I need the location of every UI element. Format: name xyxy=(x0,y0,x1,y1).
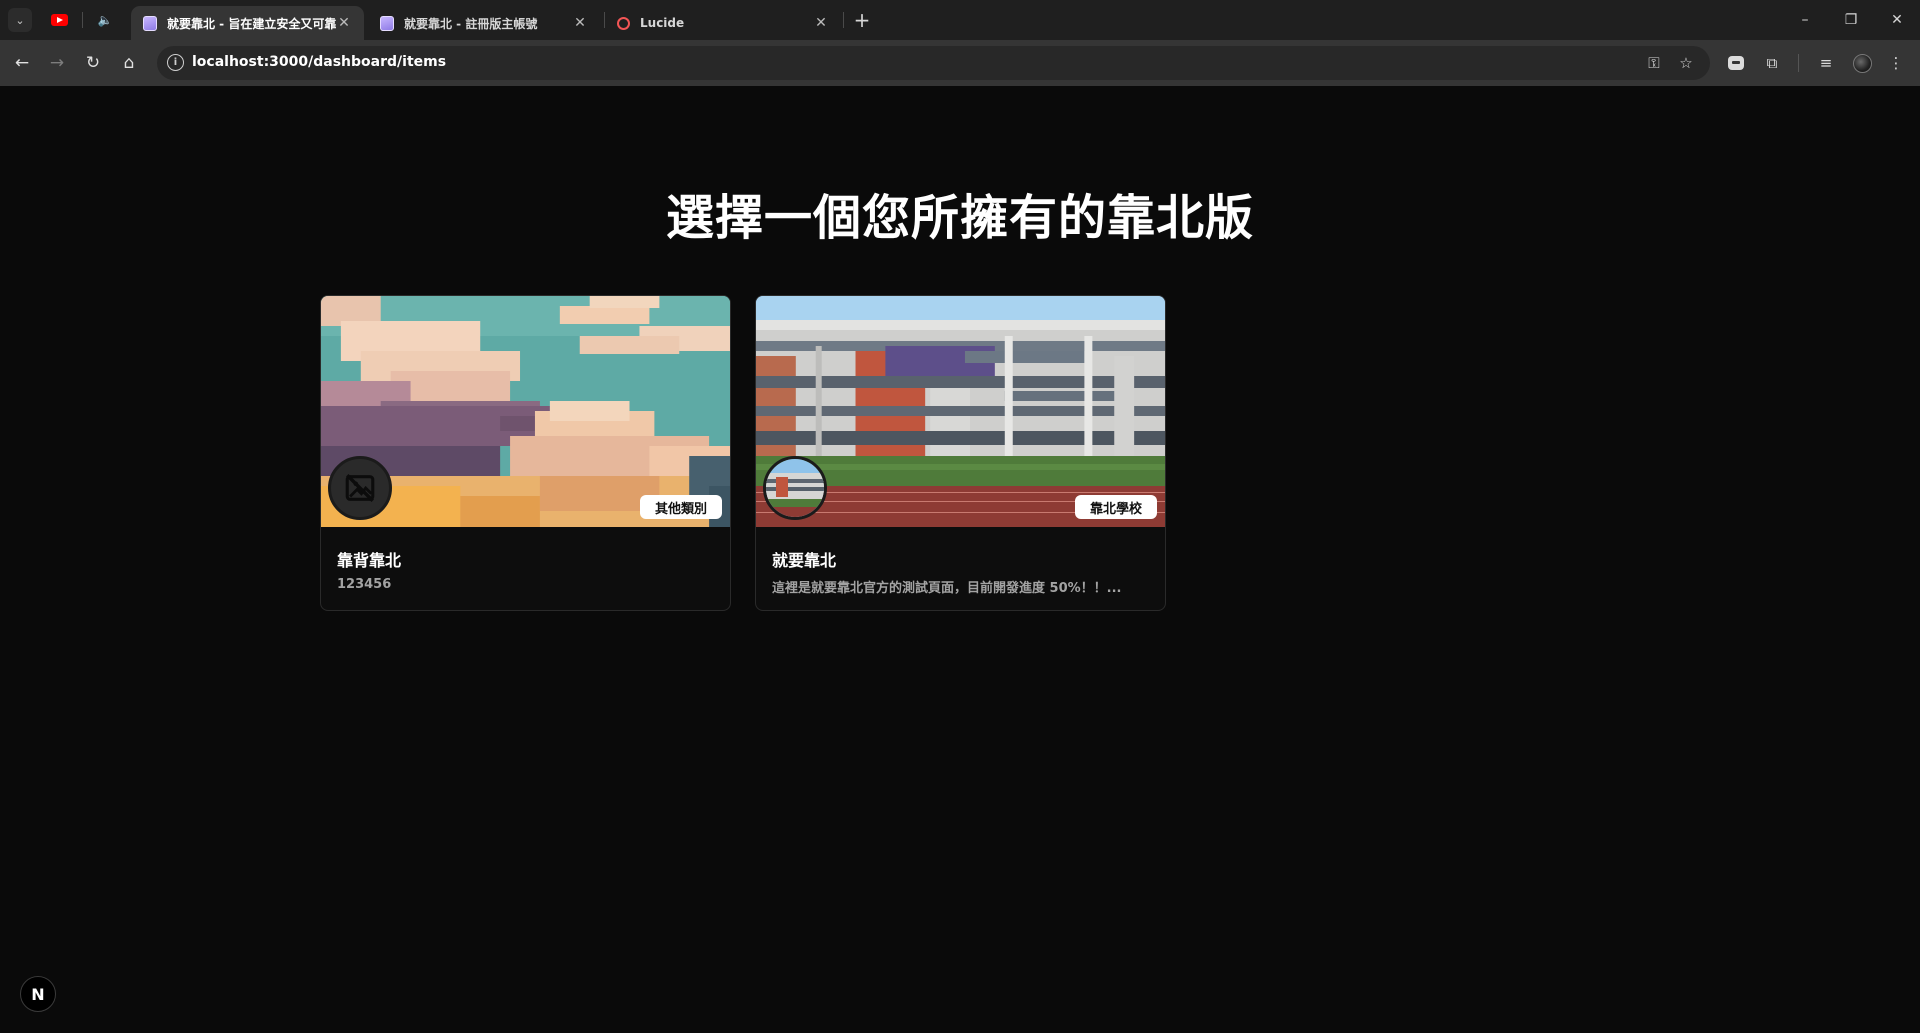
chat-extension-button[interactable] xyxy=(1724,51,1748,75)
school-avatar-image xyxy=(766,459,824,517)
board-card-body: 靠背靠北 123456 xyxy=(321,527,730,610)
nextjs-dev-indicator[interactable]: N xyxy=(20,976,56,1012)
close-icon[interactable]: ✕ xyxy=(336,15,352,31)
tab-divider xyxy=(82,12,83,28)
tab-strip: ⌄ 🔈 就要靠北 - 旨在建立安全又可靠 ✕ 就要靠北 - 註冊版主帳號 ✕ L… xyxy=(0,0,1920,40)
browser-toolbar: ← → ↻ ⌂ i localhost:3000/dashboard/items… xyxy=(0,40,1920,86)
back-button[interactable]: ← xyxy=(8,49,36,77)
close-icon: ✕ xyxy=(1891,12,1903,28)
chat-icon xyxy=(1728,56,1744,70)
close-window-button[interactable]: ✕ xyxy=(1874,0,1920,40)
arrow-left-icon: ← xyxy=(14,53,30,73)
board-name: 就要靠北 xyxy=(772,551,837,570)
close-icon[interactable]: ✕ xyxy=(572,15,588,31)
media-controls-button[interactable]: ≡ xyxy=(1814,51,1838,75)
board-avatar xyxy=(763,456,827,520)
board-card[interactable]: 靠北學校 就要靠北 這裡是就要靠北官方的測試頁面，目前開發進度 50%！！... xyxy=(755,295,1166,611)
board-card[interactable]: 其他類別 靠背靠北 123456 xyxy=(320,295,731,611)
home-icon: ⌂ xyxy=(123,53,135,73)
media-icon: ≡ xyxy=(1819,54,1833,72)
pinned-tab-youtube[interactable] xyxy=(48,10,70,30)
tab-search-button[interactable]: ⌄ xyxy=(8,8,32,32)
board-cover-image: 靠北學校 xyxy=(756,296,1165,527)
extensions-button[interactable]: ⧉ xyxy=(1760,51,1784,75)
url-text[interactable]: localhost:3000/dashboard/items xyxy=(192,54,446,70)
profile-button[interactable] xyxy=(1850,51,1874,75)
youtube-icon xyxy=(50,14,68,26)
tab-title: 就要靠北 - 旨在建立安全又可靠 xyxy=(167,16,336,31)
address-bar[interactable]: i localhost:3000/dashboard/items ⚿ ☆ xyxy=(157,46,1710,80)
minimize-button[interactable]: – xyxy=(1782,0,1828,40)
plus-icon: + xyxy=(853,8,871,32)
site-info-icon[interactable]: i xyxy=(167,54,184,71)
tab-register[interactable]: 就要靠北 - 註冊版主帳號 ✕ xyxy=(368,6,600,40)
board-description: 這裡是就要靠北官方的測試頁面，目前開發進度 50%！！... xyxy=(772,581,1122,596)
restore-icon: ❐ xyxy=(1844,12,1858,28)
arrow-right-icon: → xyxy=(49,53,65,73)
lucide-favicon-icon xyxy=(617,16,630,30)
minimize-icon: – xyxy=(1801,12,1809,28)
new-tab-button[interactable]: + xyxy=(850,8,874,32)
site-favicon-icon xyxy=(143,15,157,31)
more-vertical-icon: ⋮ xyxy=(1888,54,1904,72)
restore-button[interactable]: ❐ xyxy=(1828,0,1874,40)
reload-button[interactable]: ↻ xyxy=(79,49,107,77)
board-card-body: 就要靠北 這裡是就要靠北官方的測試頁面，目前開發進度 50%！！... xyxy=(756,527,1165,610)
avatar-icon xyxy=(1852,53,1872,73)
tab-lucide[interactable]: Lucide ✕ xyxy=(605,6,841,40)
board-name: 靠背靠北 xyxy=(337,551,402,570)
puzzle-icon: ⧉ xyxy=(1766,54,1778,72)
category-badge: 靠北學校 xyxy=(1074,495,1157,519)
category-badge: 其他類別 xyxy=(639,495,722,519)
forward-button[interactable]: → xyxy=(43,49,71,77)
board-avatar xyxy=(328,456,392,520)
image-off-icon xyxy=(345,474,375,502)
dashboard-page: 選擇一個您所擁有的靠北版 其他類別 靠背靠北 123456 靠北學校 就要靠北 … xyxy=(0,86,1920,1033)
site-favicon-icon xyxy=(380,15,394,31)
browser-menu-button[interactable]: ⋮ xyxy=(1884,51,1908,75)
tab-active[interactable]: 就要靠北 - 旨在建立安全又可靠 ✕ xyxy=(131,6,364,40)
tab-title: 就要靠北 - 註冊版主帳號 xyxy=(404,16,538,31)
close-icon[interactable]: ✕ xyxy=(813,15,829,31)
volume-icon: 🔈 xyxy=(97,13,113,27)
star-icon[interactable]: ☆ xyxy=(1675,52,1697,74)
key-icon[interactable]: ⚿ xyxy=(1643,52,1665,74)
pinned-tab-audio[interactable]: 🔈 xyxy=(94,10,116,30)
reload-icon: ↻ xyxy=(85,53,101,73)
home-button[interactable]: ⌂ xyxy=(115,49,143,77)
toolbar-divider xyxy=(1798,54,1799,72)
board-cover-image: 其他類別 xyxy=(321,296,730,527)
tab-title: Lucide xyxy=(640,16,685,30)
chevron-down-icon: ⌄ xyxy=(15,13,25,27)
page-title: 選擇一個您所擁有的靠北版 xyxy=(665,190,1254,246)
board-description: 123456 xyxy=(337,577,392,592)
tab-divider xyxy=(843,12,844,28)
